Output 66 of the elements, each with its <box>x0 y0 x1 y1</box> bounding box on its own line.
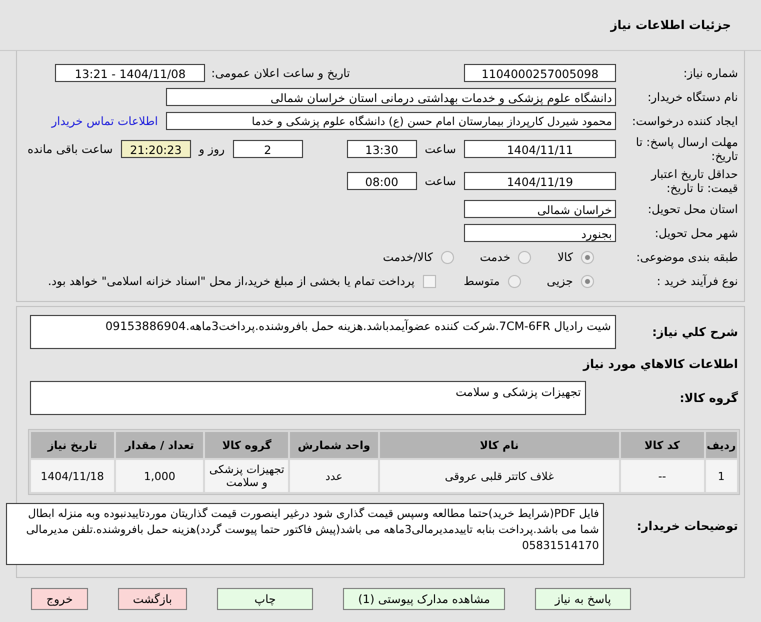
action-button[interactable]: خروج <box>31 588 88 610</box>
table-cell: 1404/11/18 <box>31 460 114 492</box>
deadline-date-field: 1404/11/11 <box>464 140 616 158</box>
field-label: ساعت <box>424 174 456 188</box>
radio-button[interactable] <box>508 274 521 288</box>
checkbox-label: پرداخت تمام یا بخشی از مبلغ خرید،از محل "اسناد خزانه اسلامی" خواهد بود. <box>48 274 415 288</box>
column-header: تعداد / مقدار <box>116 432 204 458</box>
page-title: جزئیات اطلاعات نیاز <box>610 18 732 32</box>
field-label: طبقه بندی موضوعی: <box>635 250 739 264</box>
table-cell: غلاف کاتتر قلبی عروقی <box>380 460 619 492</box>
action-button[interactable]: چاپ <box>217 588 314 610</box>
field-label: حداقل تاریخ اعتبار قیمت: تا تاریخ: <box>650 167 739 195</box>
table-cell: 1,000 <box>116 460 204 492</box>
field-label: شهر محل تحویل: <box>654 226 739 240</box>
need-number-field: 1104000257005098 <box>464 64 616 82</box>
radio-button[interactable] <box>581 250 594 264</box>
field-label: روز و <box>198 142 225 156</box>
field-label: شماره نیاز: <box>682 66 739 80</box>
requester-field: محمود شیردل کارپرداز بیمارستان امام حسن (ع) دانشگاه علوم پزشکی و خدما <box>166 112 616 130</box>
section-title: اطلاعات کالاهاي مورد نياز <box>582 357 738 371</box>
buyer-contact-link[interactable]: اطلاعات تماس خریدار <box>51 114 158 128</box>
radio-label: جزیی <box>546 274 573 288</box>
buyer-notes-field: فایل PDF(شرایط خرید)حتما مطالعه وسپس قیمت گذاری شود درغیر اینصورت قیمت گذاریتان موردتاییدنبوده وبه منزله ابطال شما می باشد.پرداخت بنابه تاییدمدیرمالی3ماهه می باشد(پیش فاکتور حتما پیوست گردد)هزینه حمل بافروشنده.تلفن مدیرمالی 05831514170 <box>6 503 604 565</box>
table-cell: -- <box>620 460 704 492</box>
radio-button[interactable] <box>581 274 594 288</box>
radio-button[interactable] <box>518 250 532 264</box>
field-label: شرح کلي نياز: <box>651 325 739 339</box>
remaining-time-field: 21:20:23 <box>120 140 191 158</box>
column-header: نام کالا <box>380 432 619 458</box>
table-cell: تجهیزات پزشکی و سلامت <box>205 460 288 492</box>
radio-label: کالا <box>557 250 573 264</box>
goods-group-field: تجهیزات پزشکی و سلامت <box>30 381 586 415</box>
field-label: ایجاد کننده درخواست: <box>631 114 739 128</box>
validity-date-field: 1404/11/19 <box>464 172 616 190</box>
deadline-time-field: 13:30 <box>346 140 417 158</box>
radio-label: خدمت <box>480 250 510 264</box>
field-label: استان محل تحویل: <box>646 202 739 216</box>
field-label: نوع فرآیند خرید : <box>656 274 739 288</box>
field-label: ساعت <box>424 142 456 156</box>
table-cell: عدد <box>290 460 378 492</box>
field-label: نام دستگاه خریدار: <box>646 90 739 104</box>
column-header: واحد شمارش <box>290 432 378 458</box>
announce-date-field: 1404/11/08 - 13:21 <box>55 64 206 82</box>
column-header: ردیف <box>706 432 737 458</box>
table-cell: 1 <box>706 460 737 492</box>
field-label: گروه کالا: <box>678 391 739 405</box>
city-field: بجنورد <box>464 224 616 242</box>
validity-time-field: 08:00 <box>346 172 417 190</box>
field-label: ساعت باقی مانده <box>28 142 113 156</box>
column-header: کد کالا <box>620 432 704 458</box>
summary-field: شیت رادیال 7CM-6FR.شرکت کننده عضوآیمدباشد.هزینه حمل بافروشنده.پرداخت3ماهه.09153886904 <box>30 315 616 349</box>
column-header: گروه کالا <box>205 432 288 458</box>
days-field: 2 <box>232 140 303 158</box>
radio-label: متوسط <box>464 274 500 288</box>
field-label: توضیحات خریدار: <box>636 519 739 533</box>
radio-label: کالا/خدمت <box>382 250 433 264</box>
checkbox[interactable] <box>422 274 436 288</box>
province-field: خراسان شمالی <box>464 200 616 218</box>
radio-button[interactable] <box>440 250 454 264</box>
action-button[interactable]: بازگشت <box>118 588 188 610</box>
action-button[interactable]: پاسخ به نیاز <box>535 588 631 610</box>
field-label: مهلت ارسال پاسخ: تا تاریخ: <box>634 135 739 163</box>
buyer-org-field: دانشگاه علوم پزشکی و خدمات بهداشتی درمانی استان خراسان شمالی <box>166 88 616 106</box>
action-button[interactable]: مشاهده مدارک پیوستی (1) <box>343 588 505 610</box>
field-label: تاریخ و ساعت اعلان عمومی: <box>211 66 350 80</box>
column-header: تاریخ نیاز <box>31 432 114 458</box>
